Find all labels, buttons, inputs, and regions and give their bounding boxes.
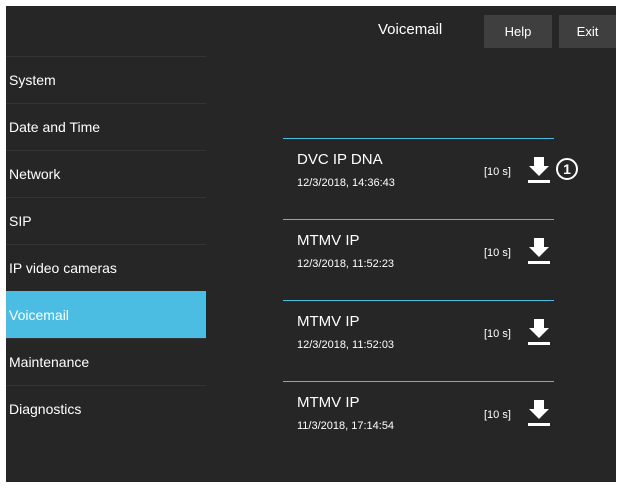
voicemail-duration: [10 s] xyxy=(484,166,511,178)
download-icon[interactable] xyxy=(527,236,551,266)
sidebar-item-date-and-time[interactable]: Date and Time xyxy=(6,103,206,150)
voicemail-date: 12/3/2018, 14:36:43 xyxy=(297,177,395,189)
voicemail-caller: DVC IP DNA xyxy=(297,151,383,168)
download-icon[interactable] xyxy=(527,398,551,428)
voicemail-duration: [10 s] xyxy=(484,409,511,421)
sidebar-item-voicemail[interactable]: Voicemail xyxy=(6,291,206,338)
voicemail-entry: MTMV IP 12/3/2018, 11:52:03 [10 s] xyxy=(283,300,554,381)
voicemail-entry: DVC IP DNA 12/3/2018, 14:36:43 [10 s] xyxy=(283,138,554,219)
sidebar-item-sip[interactable]: SIP xyxy=(6,197,206,244)
download-icon[interactable] xyxy=(527,317,551,347)
voicemail-entry: MTMV IP 12/3/2018, 11:52:23 [10 s] xyxy=(283,219,554,300)
sidebar: System Date and Time Network SIP IP vide… xyxy=(6,56,206,432)
voicemail-duration: [10 s] xyxy=(484,328,511,340)
voicemail-screen: Voicemail Help Exit System Date and Time… xyxy=(6,6,616,482)
voicemail-caller: MTMV IP xyxy=(297,394,360,411)
voicemail-list: DVC IP DNA 12/3/2018, 14:36:43 [10 s] MT… xyxy=(283,138,554,462)
voicemail-date: 12/3/2018, 11:52:23 xyxy=(297,258,395,270)
help-button[interactable]: Help xyxy=(484,15,552,48)
voicemail-date: 12/3/2018, 11:52:03 xyxy=(297,339,395,351)
voicemail-caller: MTMV IP xyxy=(297,232,360,249)
voicemail-caller: MTMV IP xyxy=(297,313,360,330)
exit-button[interactable]: Exit xyxy=(559,15,616,48)
page-title: Voicemail xyxy=(378,21,443,38)
sidebar-item-maintenance[interactable]: Maintenance xyxy=(6,338,206,385)
voicemail-date: 11/3/2018, 17:14:54 xyxy=(297,420,395,432)
download-icon[interactable] xyxy=(527,155,551,185)
voicemail-entry: MTMV IP 11/3/2018, 17:14:54 [10 s] xyxy=(283,381,554,462)
callout-marker: 1 xyxy=(556,158,578,180)
sidebar-item-ip-video-cameras[interactable]: IP video cameras xyxy=(6,244,206,291)
top-bar: Voicemail Help Exit xyxy=(6,6,616,56)
sidebar-item-diagnostics[interactable]: Diagnostics xyxy=(6,385,206,432)
sidebar-item-system[interactable]: System xyxy=(6,56,206,103)
sidebar-item-network[interactable]: Network xyxy=(6,150,206,197)
voicemail-duration: [10 s] xyxy=(484,247,511,259)
